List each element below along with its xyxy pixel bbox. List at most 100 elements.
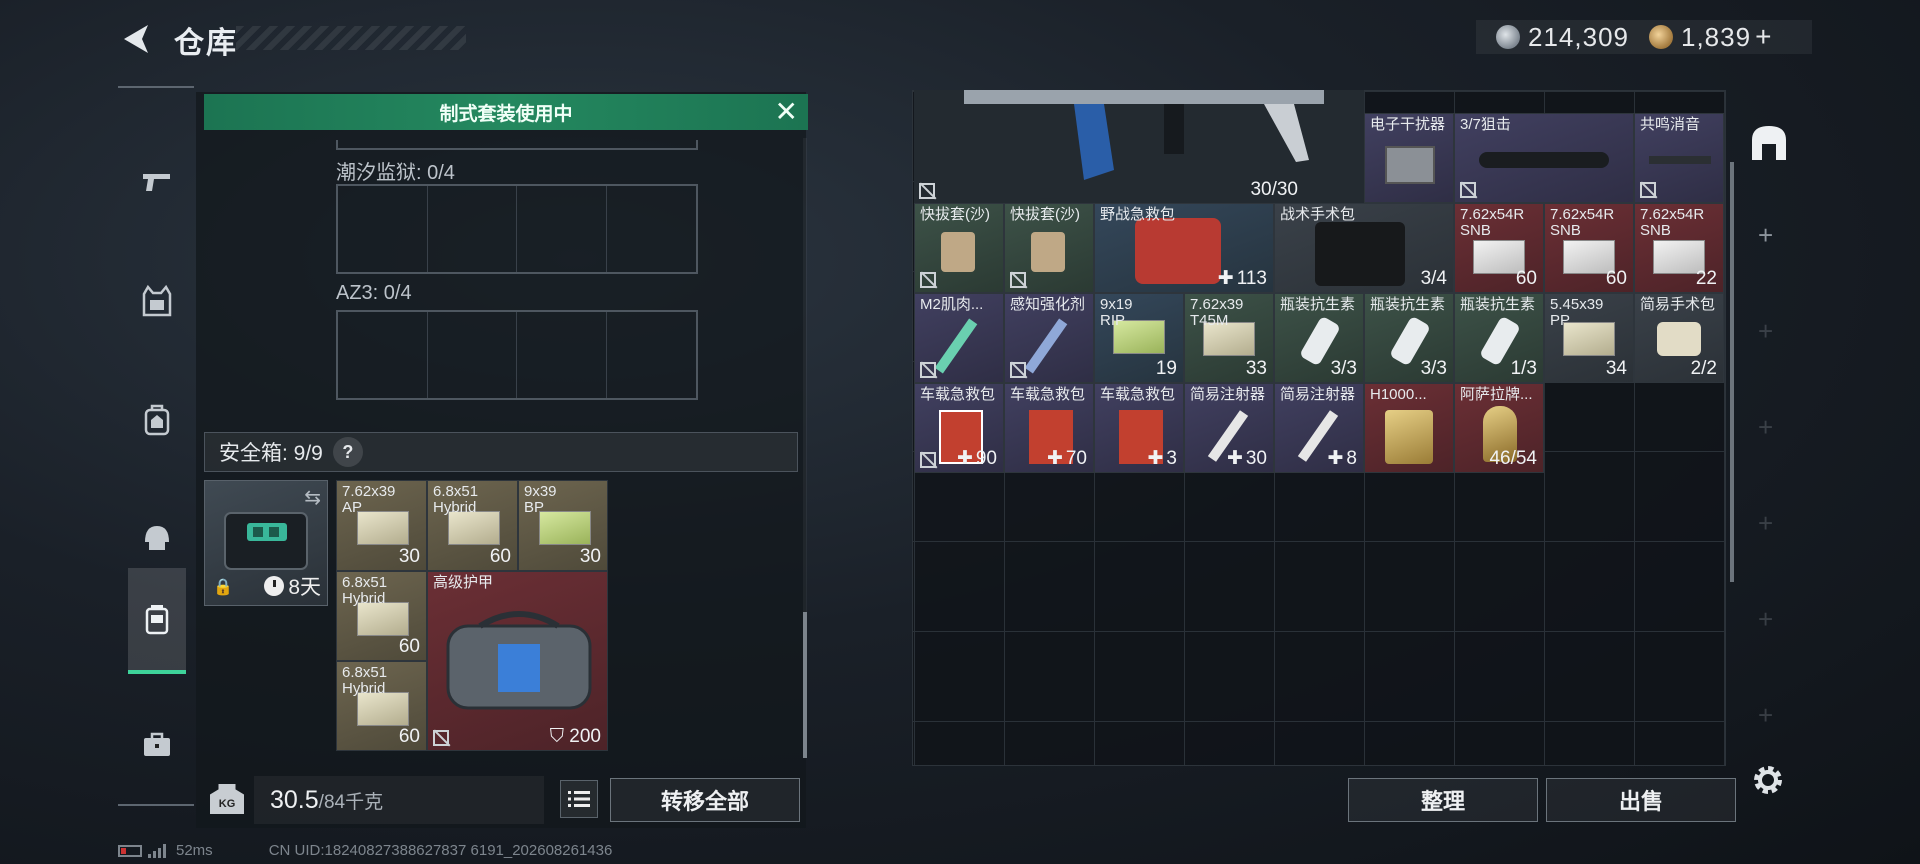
surgery-kit-icon [1315,222,1405,286]
suppressor-icon [1649,156,1711,164]
banner-text: 制式套装使用中 [439,103,573,125]
no-insure-icon [920,272,936,288]
stash-item[interactable]: 电子干扰器 [1364,113,1454,203]
stash-item[interactable]: 5.45x39 PP 34 [1544,293,1634,383]
jammer-icon [1385,146,1435,184]
ammo-box-icon [357,602,409,636]
list-icon [568,791,590,807]
section-label: AZ3: 0/4 [336,282,412,304]
stash-item[interactable]: 瓶装抗生素 3/3 [1364,293,1454,383]
stash-item[interactable]: 3/7狙击 [1454,113,1634,203]
clock-icon [264,576,285,596]
safebox-capacity: 安全箱: 9/9 [219,442,323,465]
no-insure-icon [920,362,936,378]
stash-item[interactable]: 7.62x39 T45M 33 [1184,293,1274,383]
nav-safebox[interactable] [128,568,186,674]
safebox-card[interactable]: ⇆ 🔒 8天 [204,480,328,606]
stash-item[interactable]: M2肌肉... [914,293,1004,383]
no-insure-icon [920,452,936,468]
stash-item[interactable]: 阿萨拉牌... 46/54 [1454,383,1544,473]
container-grid-partial [336,140,698,150]
status-bar: 52ms CN UID:18240827388627837 6191_20260… [118,842,612,859]
stash-scrollbar[interactable] [1730,162,1734,582]
safebox-item-armor[interactable]: 高级护甲 ⛉ 200 [427,571,608,751]
gold-coin-icon [1648,25,1673,49]
rifle-icon [964,90,1324,180]
nav-weapons[interactable] [128,128,186,234]
sell-button[interactable]: 出售 [1546,778,1736,822]
stash-item[interactable]: 7.62x54R SNB 60 [1544,203,1634,293]
helmet-icon [145,526,169,550]
add-tab-icon[interactable]: + [1758,604,1773,635]
swap-icon[interactable]: ⇆ [304,485,321,510]
nav-armor[interactable] [128,248,186,354]
page-title: 仓库 [174,27,238,60]
stash-item[interactable]: 车载急救包 ✚ 70 [1004,383,1094,473]
add-tab-icon[interactable]: + [1758,508,1773,539]
silver-amount: 214,309 [1528,21,1629,52]
stash-item[interactable]: 共鸣消音 [1634,113,1724,203]
container-grid[interactable] [336,310,698,400]
durability: ⛉ 200 [549,726,601,747]
armor-bag-icon [446,611,592,710]
add-tab-icon[interactable]: + [1758,316,1773,347]
no-insure-icon [1640,182,1656,198]
stash-item[interactable]: 简易注射器 ✚ 30 [1184,383,1274,473]
stash-item[interactable]: 瓶装抗生素 1/3 [1454,293,1544,383]
scrollbar-thumb[interactable] [803,612,807,758]
stash-item[interactable]: 车载急救包 ✚ 90 [914,383,1004,473]
user-uid: CN UID:18240827388627837 6191_2026082614… [268,842,613,859]
stash-item[interactable]: 快拔套(沙) [914,203,1004,293]
sort-button[interactable]: 整理 [1348,778,1538,822]
transfer-all-button[interactable]: 转移全部 [610,778,800,822]
safebox-item[interactable]: 6.8x51 Hybrid 60 [336,571,427,661]
backpack-icon [144,404,170,436]
no-insure-icon [919,183,935,199]
ping-readout: 52ms [176,842,213,859]
stash-item[interactable]: 车载急救包 ✚ 3 [1094,383,1184,473]
add-currency-button[interactable]: + [1755,21,1771,53]
gold-amount: 1,839 [1680,21,1752,52]
syringe-icon [1024,318,1068,374]
list-view-button[interactable] [560,780,598,818]
no-insure-icon [1010,272,1026,288]
warehouse-icon[interactable] [1748,122,1790,164]
stash-item[interactable]: 简易手术包 2/2 [1634,293,1724,383]
stash-item[interactable]: 野战急救包 ✚ 113 [1094,203,1274,293]
signal-icon [148,843,166,858]
add-tab-icon[interactable]: + [1758,220,1773,251]
close-icon[interactable]: ✕ [775,98,798,126]
nav-toolbox[interactable] [128,692,186,798]
nav-backpack[interactable] [128,366,186,472]
safebox-icon [145,605,169,635]
safebox-item[interactable]: 7.62x39 AP 30 [336,480,427,571]
safebox-item[interactable]: 9x39 BP 30 [518,480,608,571]
container-grid[interactable] [336,184,698,274]
stash-item[interactable]: 战术手术包 3/4 [1274,203,1454,293]
lock-icon: 🔒 [213,579,233,596]
gear-icon[interactable] [1750,762,1786,798]
stash-item[interactable]: 7.62x54R SNB 22 [1634,203,1724,293]
stash-item[interactable]: 感知强化剂 [1004,293,1094,383]
back-arrow-icon[interactable] [118,22,152,56]
stash-item[interactable]: 9x19 RIP 19 [1094,293,1184,383]
add-tab-icon[interactable]: + [1758,412,1773,443]
add-tab-icon[interactable]: + [1758,700,1773,731]
stash-item[interactable]: 7.62x54R SNB 60 [1454,203,1544,293]
help-button[interactable]: ? [332,437,363,467]
section-label: 潮汐监狱: 0/4 [336,162,455,184]
safebox-item[interactable]: 6.8x51 Hybrid 60 [336,661,427,751]
stash-item[interactable]: 简易注射器 ✚ 8 [1274,383,1364,473]
silver-coin-icon [1496,25,1520,49]
holster-icon [1031,232,1065,272]
safebox-item[interactable]: 6.8x51 Hybrid 60 [427,480,518,571]
no-insure-icon [1460,182,1476,198]
category-sidebar [118,86,194,806]
ammo-box-icon [539,511,591,545]
stash-item-weapon[interactable]: 30/30 [914,90,1364,203]
stash-item[interactable]: 瓶装抗生素 3/3 [1274,293,1364,383]
briefcase-icon [144,732,170,756]
stash-item[interactable]: 快拔套(沙) [1004,203,1094,293]
stash-item[interactable]: H1000... [1364,383,1454,473]
weight-display: 30.5 /84千克 [254,776,544,824]
